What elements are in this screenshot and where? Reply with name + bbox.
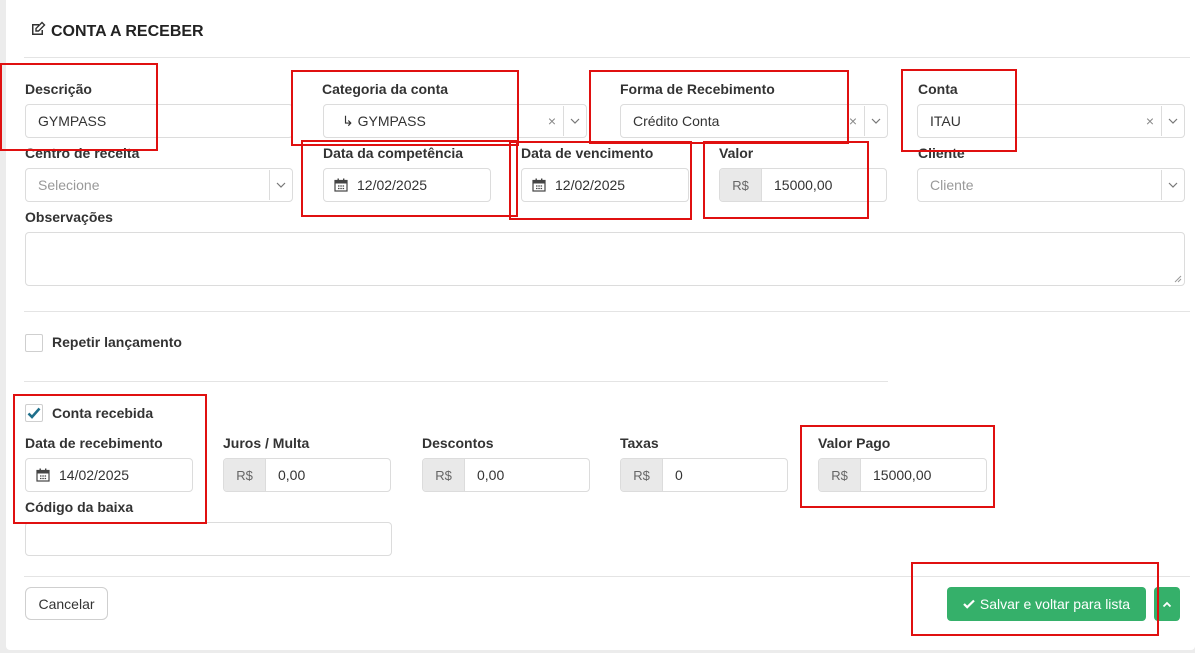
chevron-down-icon[interactable] — [865, 105, 887, 137]
divider — [24, 381, 888, 382]
cancel-button[interactable]: Cancelar — [25, 587, 108, 620]
chevron-down-icon[interactable] — [270, 169, 292, 201]
data-vencimento-label: Data de vencimento — [521, 145, 654, 161]
valor-pago-input[interactable]: R$ 15000,00 — [818, 458, 987, 492]
conta-select[interactable]: ITAU × — [917, 104, 1185, 138]
check-icon — [27, 407, 41, 419]
descontos-input[interactable]: R$ 0,00 — [422, 458, 590, 492]
valor-pago-label: Valor Pago — [818, 435, 891, 451]
calendar-icon — [334, 178, 348, 192]
codigo-baixa-input[interactable] — [25, 522, 392, 556]
descricao-input[interactable]: GYMPASS — [25, 104, 293, 138]
check-icon — [963, 599, 975, 609]
valor-label: Valor — [719, 145, 754, 161]
repetir-checkbox[interactable] — [25, 334, 43, 352]
data-vencimento-input[interactable]: 12/02/2025 — [521, 168, 689, 202]
categoria-select[interactable]: ↳ GYMPASS × — [323, 104, 587, 138]
cliente-label: Cliente — [918, 145, 965, 161]
page-title-text: CONTA A RECEBER — [51, 22, 204, 40]
divider — [24, 311, 1190, 312]
page-title: CONTA A RECEBER — [30, 21, 204, 42]
currency-addon: R$ — [621, 459, 663, 491]
valor-input[interactable]: R$ 15000,00 — [719, 168, 887, 202]
juros-label: Juros / Multa — [223, 435, 310, 451]
codigo-baixa-label: Código da baixa — [25, 499, 134, 515]
data-recebimento-input[interactable]: 14/02/2025 — [25, 458, 193, 492]
taxas-input[interactable]: R$ 0 — [620, 458, 788, 492]
edit-icon — [30, 21, 46, 42]
conta-recebida-checkbox[interactable] — [25, 404, 43, 422]
juros-input[interactable]: R$ 0,00 — [223, 458, 391, 492]
chevron-down-icon[interactable] — [1162, 169, 1184, 201]
chevron-down-icon[interactable] — [564, 105, 586, 137]
chevron-down-icon[interactable] — [1162, 105, 1184, 137]
forma-recebimento-select[interactable]: Crédito Conta × — [620, 104, 888, 138]
currency-addon: R$ — [819, 459, 861, 491]
data-competencia-label: Data da competência — [323, 145, 464, 161]
observacoes-label: Observações — [25, 209, 113, 225]
taxas-label: Taxas — [620, 435, 659, 451]
calendar-icon — [36, 468, 50, 482]
conta-recebida-label: Conta recebida — [52, 405, 154, 421]
clear-icon[interactable]: × — [541, 113, 563, 129]
clear-icon[interactable]: × — [842, 113, 864, 129]
centro-receita-label: Centro de receita — [25, 145, 140, 161]
categoria-label: Categoria da conta — [322, 81, 449, 97]
chevron-up-icon — [1162, 601, 1172, 607]
currency-addon: R$ — [224, 459, 266, 491]
forma-recebimento-label: Forma de Recebimento — [620, 81, 775, 97]
resize-handle-icon[interactable] — [1174, 275, 1182, 283]
currency-addon: R$ — [720, 169, 762, 201]
footer-divider — [24, 576, 1190, 577]
cliente-select[interactable]: Cliente — [917, 168, 1185, 202]
data-competencia-input[interactable]: 12/02/2025 — [323, 168, 491, 202]
descontos-label: Descontos — [422, 435, 494, 451]
form-card: CONTA A RECEBER Descrição GYMPASS Catego… — [0, 0, 1195, 650]
save-options-button[interactable] — [1154, 587, 1180, 621]
calendar-icon — [532, 178, 546, 192]
centro-receita-select[interactable]: Selecione — [25, 168, 293, 202]
currency-addon: R$ — [423, 459, 465, 491]
descricao-label: Descrição — [25, 81, 92, 97]
clear-icon[interactable]: × — [1139, 113, 1161, 129]
conta-label: Conta — [918, 81, 958, 97]
observacoes-textarea[interactable] — [25, 232, 1185, 286]
repetir-label: Repetir lançamento — [52, 334, 182, 350]
header-divider — [24, 57, 1190, 58]
save-button[interactable]: Salvar e voltar para lista — [947, 587, 1146, 621]
data-recebimento-label: Data de recebimento — [25, 435, 163, 451]
